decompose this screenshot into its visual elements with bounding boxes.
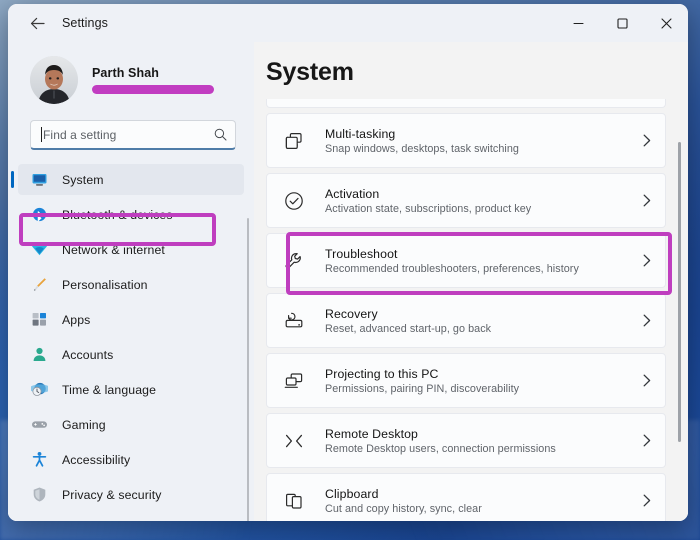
windows-stack-icon [283,130,305,152]
chevron-right-icon [643,194,651,207]
settings-item-title: Projecting to this PC [325,366,439,381]
sidebar-item-label: Accessibility [62,452,131,467]
main-content: System Multi-tasking Snap windows, deskt… [254,42,688,521]
back-button[interactable] [20,8,54,38]
window-controls [556,4,688,42]
settings-item-title: Activation [325,186,380,201]
settings-item-text: Clipboard Cut and copy history, sync, cl… [325,487,635,515]
clock-globe-icon [30,381,48,399]
apps-grid-icon [30,311,48,329]
page-title: System [266,58,354,86]
settings-item-subtitle: Snap windows, desktops, task switching [325,142,519,155]
maximize-button[interactable] [600,4,644,42]
settings-item-activation[interactable]: Activation Activation state, subscriptio… [266,173,666,228]
settings-item-text: Projecting to this PC Permissions, pairi… [325,367,635,395]
search-wrap: Find a setting [30,120,236,150]
chevron-right-icon [643,374,651,387]
sidebar-item-apps[interactable]: Apps [18,304,244,335]
minimize-button[interactable] [556,4,600,42]
sidebar-item-personalisation[interactable]: Personalisation [18,269,244,300]
settings-item-text: Troubleshoot Recommended troubleshooters… [325,247,635,275]
sidebar-item-network-internet[interactable]: Network & internet [18,234,244,265]
settings-window: Settings Parth Shah Find a setting Syste… [8,4,688,521]
chevron-right-icon [643,494,651,507]
account-name: Parth Shah [92,66,159,80]
settings-item-text: Multi-tasking Snap windows, desktops, ta… [325,127,635,155]
window-title: Settings [62,16,108,30]
settings-item-subtitle: Activation state, subscriptions, product… [325,202,532,215]
settings-item-subtitle: Permissions, pairing PIN, discoverabilit… [325,382,520,395]
settings-item-troubleshoot[interactable]: Troubleshoot Recommended troubleshooters… [266,233,666,288]
remote-arrows-icon [283,430,305,452]
settings-item-multi-tasking[interactable]: Multi-tasking Snap windows, desktops, ta… [266,113,666,168]
sidebar-item-label: System [62,172,104,187]
sidebar-item-label: Accounts [62,347,114,362]
search-icon [214,128,227,141]
settings-item-text: Activation Activation state, subscriptio… [325,187,635,215]
sidebar-item-gaming[interactable]: Gaming [18,409,244,440]
settings-item-title: Troubleshoot [325,246,398,261]
text-caret [41,127,42,142]
sidebar-item-label: Personalisation [62,277,148,292]
chevron-right-icon [643,434,651,447]
settings-item-text: Recovery Reset, advanced start-up, go ba… [325,307,635,335]
settings-item-subtitle: Remote Desktop users, connection permiss… [325,442,556,455]
partially-scrolled-card[interactable] [266,99,666,108]
shield-icon [30,486,48,504]
accessibility-icon [30,451,48,469]
settings-item-title: Remote Desktop [325,426,418,441]
settings-item-remote-desktop[interactable]: Remote Desktop Remote Desktop users, con… [266,413,666,468]
avatar [30,56,78,104]
sidebar-item-label: Bluetooth & devices [62,207,173,222]
content-scrollbar[interactable] [678,142,681,442]
sidebar-item-accessibility[interactable]: Accessibility [18,444,244,475]
account-block[interactable]: Parth Shah [8,42,254,114]
sidebar-item-label: Gaming [62,417,106,432]
settings-list: Multi-tasking Snap windows, desktops, ta… [266,99,666,521]
settings-item-clipboard[interactable]: Clipboard Cut and copy history, sync, cl… [266,473,666,521]
search-input[interactable]: Find a setting [30,120,236,150]
settings-item-subtitle: Reset, advanced start-up, go back [325,322,492,335]
email-redaction-bar [92,85,214,94]
settings-item-title: Recovery [325,306,378,321]
sidebar-nav: System Bluetooth & devices Network & int… [8,164,254,510]
recovery-pc-icon [283,310,305,332]
check-circle-icon [283,190,305,212]
close-button[interactable] [644,4,688,42]
sidebar-item-label: Network & internet [62,242,165,257]
sidebar-item-label: Apps [62,312,91,327]
settings-item-recovery[interactable]: Recovery Reset, advanced start-up, go ba… [266,293,666,348]
settings-item-subtitle: Recommended troubleshooters, preferences… [325,262,579,275]
settings-item-subtitle: Cut and copy history, sync, clear [325,502,482,515]
wifi-icon [30,241,48,259]
bluetooth-icon [30,206,48,224]
sidebar-scrollbar[interactable] [247,218,249,521]
sidebar-item-accounts[interactable]: Accounts [18,339,244,370]
project-screen-icon [283,370,305,392]
account-text: Parth Shah [92,66,214,94]
chevron-right-icon [643,314,651,327]
sidebar-item-bluetooth-devices[interactable]: Bluetooth & devices [18,199,244,230]
search-placeholder: Find a setting [43,127,117,142]
sidebar-item-privacy-security[interactable]: Privacy & security [18,479,244,510]
sidebar-item-label: Privacy & security [62,487,162,502]
chevron-right-icon [643,254,651,267]
paintbrush-icon [30,276,48,294]
window-body: Parth Shah Find a setting System Bluetoo… [8,42,688,521]
chevron-right-icon [643,134,651,147]
clipboard-icon [283,490,305,512]
settings-item-text: Remote Desktop Remote Desktop users, con… [325,427,635,455]
sidebar-item-system[interactable]: System [11,164,244,195]
sidebar-item-time-language[interactable]: Time & language [18,374,244,405]
settings-item-projecting-to-this-pc[interactable]: Projecting to this PC Permissions, pairi… [266,353,666,408]
settings-item-title: Clipboard [325,486,379,501]
person-icon [30,346,48,364]
wrench-icon [283,250,305,272]
settings-item-title: Multi-tasking [325,126,396,141]
gamepad-icon [30,416,48,434]
title-bar: Settings [8,4,688,42]
sidebar: Parth Shah Find a setting System Bluetoo… [8,42,254,521]
sidebar-item-label: Time & language [62,382,157,397]
monitor-icon [30,171,48,189]
